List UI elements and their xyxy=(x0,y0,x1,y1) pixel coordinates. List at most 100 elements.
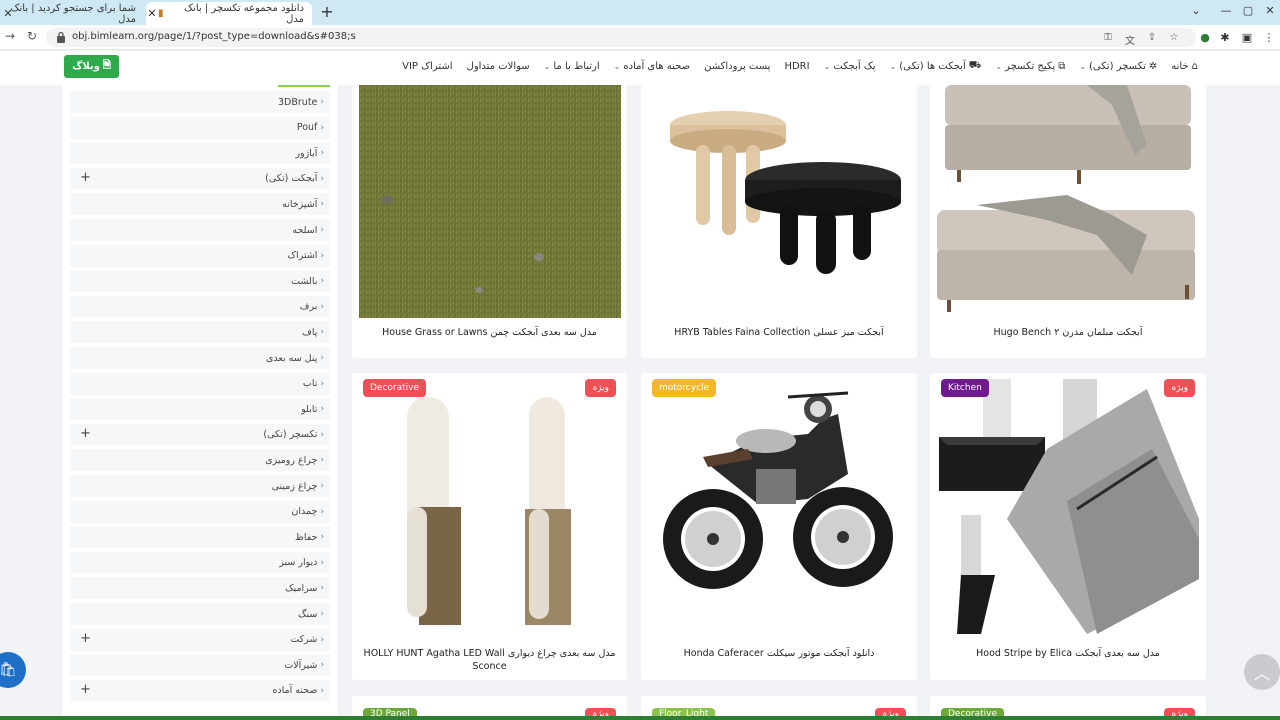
sidepanel-icon[interactable]: ▣ xyxy=(1240,31,1254,44)
menu-item[interactable]: سوالات متداول xyxy=(467,60,530,73)
menu-item-label: HDRI xyxy=(784,61,810,72)
menu-item[interactable]: ارتباط با ما ⌄ xyxy=(544,60,600,73)
sidebar-category[interactable]: ‹ اسلحه xyxy=(70,219,330,241)
minimize-icon[interactable]: — xyxy=(1218,4,1234,17)
sidebar-category[interactable]: ‹ تابلو xyxy=(70,398,330,421)
maximize-icon[interactable]: ▢ xyxy=(1240,4,1256,17)
category-sidebar: ‹ 3DBrute ‹ Pouf ‹ آباژور ‹ آبجکت (تکی) + ‹ آشپزخا… xyxy=(62,85,338,720)
share-icon[interactable]: ⇪ xyxy=(1146,32,1158,43)
sidebar-category[interactable]: ‹ اشتراک xyxy=(70,244,330,267)
sidebar-category[interactable]: ‹ آشپزخانه xyxy=(70,193,330,216)
expand-plus-icon[interactable]: + xyxy=(80,170,91,185)
sidebar-category[interactable]: ‹ چراغ زمینی xyxy=(70,475,330,497)
expand-plus-icon[interactable]: + xyxy=(80,631,91,646)
sidebar-category[interactable]: ‹ سنگ xyxy=(70,603,330,625)
puzzle-icon[interactable]: ✱ xyxy=(1218,31,1232,44)
product-image-hood[interactable] xyxy=(937,379,1199,635)
sidebar-category[interactable]: ‹ پنل سه بعدی xyxy=(70,347,330,369)
product-image-grass[interactable] xyxy=(359,85,621,318)
menu-item[interactable]: ⛟ آبجکت ها (تکی) ⌄ xyxy=(890,60,982,73)
sidebar-category[interactable]: ‹ تاب xyxy=(70,372,330,395)
menu-item[interactable]: صحنه های آماده ⌄ xyxy=(614,60,690,73)
category-badge[interactable]: Kitchen xyxy=(941,379,989,397)
sidebar-category[interactable]: ‹ سرامیک xyxy=(70,577,330,600)
chevron-left-icon: ‹ xyxy=(320,660,324,671)
chevron-left-icon: ‹ xyxy=(320,583,324,594)
product-title[interactable]: آبجکت مبلمان مدرن ۲ Hugo Bench xyxy=(940,326,1196,339)
product-title[interactable]: مدل سه بعدی آبجکت Hood Stripe by Elica xyxy=(940,647,1196,660)
browser-tab-bar: شما برای جستجو کردید | بانک مدل ✕ دانلود… xyxy=(0,0,1280,25)
sidebar-category[interactable]: ‹ 3DBrute xyxy=(70,91,330,113)
expand-plus-icon[interactable]: + xyxy=(80,682,91,697)
category-badge[interactable]: Decorative xyxy=(363,379,427,397)
product-title[interactable]: دانلود آبجکت موتور سیکلت Honda Caferacer xyxy=(651,647,907,660)
scroll-top-button[interactable]: ︿ xyxy=(1244,654,1280,690)
expand-plus-icon[interactable]: + xyxy=(80,426,91,441)
product-image-tables[interactable] xyxy=(648,85,910,318)
extension-icon[interactable]: ● xyxy=(1198,31,1212,44)
product-title[interactable]: مدل سه بعدی چراغ دیواری HOLLY HUNT Agath… xyxy=(362,647,617,673)
url-field[interactable]: obj.bimlearn.org/page/1/?post_type=downl… xyxy=(46,28,1196,47)
address-bar: → ↻ obj.bimlearn.org/page/1/?post_type=d… xyxy=(0,25,1280,50)
product-card[interactable]: Kitchen ویژه مدل سه بعدی آبجکت Hood Stri… xyxy=(930,373,1206,680)
chevron-left-icon: ‹ xyxy=(320,378,324,389)
reload-icon[interactable]: ↻ xyxy=(24,29,40,43)
new-tab-button[interactable]: + xyxy=(318,3,336,21)
close-window-icon[interactable]: ✕ xyxy=(1262,4,1278,17)
menu-item-label: پکیج تکسچر xyxy=(1005,61,1056,72)
category-badge[interactable]: motorcycle xyxy=(652,379,717,397)
translate-icon[interactable]: 文 xyxy=(1124,32,1136,47)
sidebar-category[interactable]: ‹ حفاظ xyxy=(70,526,330,549)
chevron-left-icon: ‹ xyxy=(320,148,324,159)
tab-search-chevron-icon[interactable]: ⌄ xyxy=(1188,4,1204,17)
sidebar-category[interactable]: ‹ شیرآلات xyxy=(70,654,330,677)
menu-item[interactable]: ✲ تکسچر (تکی) ⌄ xyxy=(1079,60,1157,73)
product-card[interactable]: Decorative ویژه مدل سه بعدی چراغ دیواری … xyxy=(352,373,627,680)
sidebar-category[interactable]: ‹ چمدان xyxy=(70,500,330,523)
sidebar-category[interactable]: ‹ آباژور xyxy=(70,142,330,165)
sidebar-category[interactable]: ‹ آبجکت (تکی) + xyxy=(70,167,330,190)
sidebar-category[interactable]: ‹ بالشت xyxy=(70,270,330,293)
product-image-bench[interactable] xyxy=(937,85,1199,318)
sidebar-category[interactable]: ‹ Pouf xyxy=(70,116,330,139)
menu-item[interactable]: ⧉ پکیج تکسچر ⌄ xyxy=(995,60,1065,73)
menu-item[interactable]: پک آبجکت ⌄ xyxy=(824,60,876,73)
chevron-left-icon: ‹ xyxy=(320,481,324,491)
browser-tab-active[interactable]: دانلود مجموعه تکسچر | بانک مدل ▮ ✕ xyxy=(146,2,312,25)
blog-button[interactable]: 🗎 وبلاگ xyxy=(64,55,119,78)
menu-item[interactable]: ⌂ خانه xyxy=(1171,60,1198,73)
product-title[interactable]: مدل سه بعدی آبجکت چمن House Grass or Law… xyxy=(362,326,617,339)
product-image-motorcycle[interactable] xyxy=(648,379,910,635)
cart-button[interactable]: 🛍 xyxy=(0,652,26,688)
chevron-down-icon: ⌄ xyxy=(613,62,621,71)
forward-icon[interactable]: → xyxy=(2,29,18,43)
menu-item[interactable]: HDRI xyxy=(784,60,809,73)
product-title[interactable]: آبجکت میز عسلی HRYB Tables Faina Collect… xyxy=(651,326,907,339)
product-card[interactable]: آبجکت مبلمان مدرن ۲ Hugo Bench xyxy=(930,85,1206,358)
menu-item-label: پست پروداکشن xyxy=(704,61,771,72)
product-card[interactable]: آبجکت میز عسلی HRYB Tables Faina Collect… xyxy=(641,85,917,358)
product-image-sconce[interactable] xyxy=(359,379,621,635)
sidebar-category[interactable]: ‹ صحنه آماده + xyxy=(70,679,330,702)
key-icon[interactable]: ⚿ xyxy=(1102,32,1114,43)
sidebar-category[interactable]: ‹ پاف xyxy=(70,321,330,344)
sidebar-category[interactable]: ‹ دیوار سبز xyxy=(70,551,330,574)
menu-item[interactable]: اشتراک VIP xyxy=(402,60,452,73)
chevron-left-icon: ‹ xyxy=(320,97,324,107)
sidebar-category[interactable]: ‹ تکسچر (تکی) + xyxy=(70,423,330,446)
tab-title: شما برای جستجو کردید | بانک مدل xyxy=(10,2,136,25)
sidebar-category[interactable]: ‹ برف xyxy=(70,295,330,318)
sidebar-category[interactable]: ‹ چراغ رومیزی xyxy=(70,449,330,472)
close-icon[interactable]: ✕ xyxy=(146,7,158,20)
chevron-down-icon: ⌄ xyxy=(1079,62,1087,71)
close-icon[interactable]: ✕ xyxy=(2,7,14,20)
product-card[interactable]: مدل سه بعدی آبجکت چمن House Grass or Law… xyxy=(352,85,627,358)
sofa-icon: ⛟ xyxy=(968,60,982,71)
product-card[interactable]: motorcycle دانلود آبجکت موتور سیکلت Hond… xyxy=(641,373,917,680)
bookmark-star-icon[interactable]: ☆ xyxy=(1168,32,1180,43)
kebab-menu-icon[interactable]: ⋮ xyxy=(1262,31,1276,44)
sidebar-category[interactable]: ‹ شرکت + xyxy=(70,628,330,651)
browser-tab-search[interactable]: شما برای جستجو کردید | بانک مدل ✕ xyxy=(2,2,144,25)
sidebar-category-label: پنل سه بعدی xyxy=(265,352,318,364)
menu-item[interactable]: پست پروداکشن xyxy=(704,60,770,73)
